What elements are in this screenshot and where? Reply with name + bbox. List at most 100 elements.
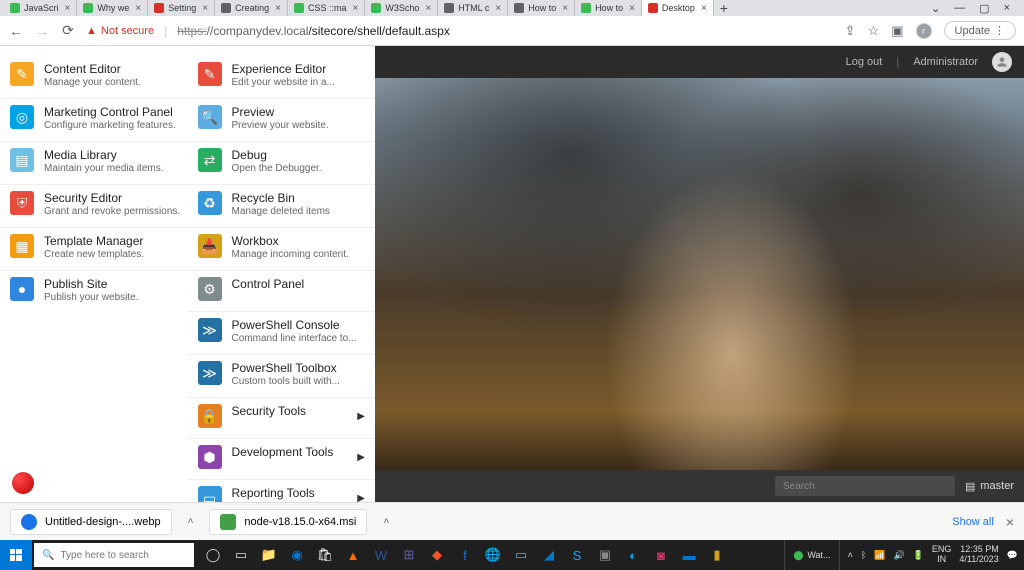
language-indicator[interactable]: ENGIN bbox=[932, 545, 952, 565]
database-selector[interactable]: ▤ master bbox=[965, 480, 1014, 493]
cortana-icon[interactable]: ◯ bbox=[200, 542, 226, 568]
close-icon[interactable]: × bbox=[629, 3, 635, 14]
update-button[interactable]: Update⋮ bbox=[944, 21, 1016, 40]
download-item[interactable]: node-v18.15.0-x64.msi bbox=[209, 509, 367, 535]
close-icon[interactable]: × bbox=[202, 3, 208, 14]
menu-item-powershell-toolbox[interactable]: ≫PowerShell ToolboxCustom tools built wi… bbox=[188, 355, 376, 398]
desktop-search-input[interactable]: Search bbox=[775, 476, 955, 496]
clock[interactable]: 12:35 PM 4/11/2023 bbox=[959, 545, 998, 565]
download-item[interactable]: Untitled-design-....webp bbox=[10, 509, 172, 535]
weather-widget[interactable]: ⬤ Wat... bbox=[784, 540, 839, 570]
app-icon[interactable]: ▬ bbox=[676, 542, 702, 568]
notifications-icon[interactable]: 💬 bbox=[1007, 550, 1018, 561]
browser-tab[interactable]: Why we× bbox=[77, 0, 148, 16]
vscode-icon[interactable]: ◢ bbox=[536, 542, 562, 568]
facebook-icon[interactable]: f bbox=[452, 542, 478, 568]
battery-icon[interactable]: 🔋 bbox=[913, 550, 924, 561]
menu-item-content-editor[interactable]: ✎Content EditorManage your content. bbox=[0, 56, 188, 99]
close-icon[interactable]: × bbox=[275, 3, 281, 14]
new-tab-button[interactable]: + bbox=[714, 0, 734, 16]
share-icon[interactable]: ⇪ bbox=[845, 23, 856, 39]
task-view-icon[interactable]: ▭ bbox=[228, 542, 254, 568]
word-icon[interactable]: W bbox=[368, 542, 394, 568]
browser-tab[interactable]: W3Scho× bbox=[365, 0, 438, 16]
browser-tab[interactable]: How to× bbox=[575, 0, 642, 16]
menu-item-desc: Grant and revoke permissions. bbox=[44, 206, 180, 217]
menu-item-workbox[interactable]: 📥WorkboxManage incoming content. bbox=[188, 228, 376, 271]
menu-item-preview[interactable]: 🔍PreviewPreview your website. bbox=[188, 99, 376, 142]
app-icon[interactable]: ◐ bbox=[620, 542, 646, 568]
tray-chevron-icon[interactable]: ˄ bbox=[848, 550, 853, 560]
app-icon[interactable]: ▮ bbox=[704, 542, 730, 568]
menu-item-media-library[interactable]: ▤Media LibraryMaintain your media items. bbox=[0, 142, 188, 185]
close-downloads-icon[interactable]: × bbox=[1006, 514, 1014, 530]
chrome-icon[interactable]: 🌐 bbox=[480, 542, 506, 568]
username-label[interactable]: Administrator bbox=[913, 56, 978, 68]
browser-tab[interactable]: Setting× bbox=[148, 0, 215, 16]
menu-item-development-tools[interactable]: ⬢Development Tools▶ bbox=[188, 439, 376, 480]
close-icon[interactable]: × bbox=[425, 3, 431, 14]
menu-item-publish-site[interactable]: ●Publish SitePublish your website. bbox=[0, 271, 188, 313]
skype-icon[interactable]: S bbox=[564, 542, 590, 568]
menu-item-security-editor[interactable]: ⛨Security EditorGrant and revoke permiss… bbox=[0, 185, 188, 228]
chevron-up-icon[interactable]: ˄ bbox=[377, 516, 395, 527]
profile-avatar[interactable]: r bbox=[916, 23, 932, 39]
wifi-icon[interactable]: 📶 bbox=[874, 550, 885, 561]
app-icon: 📥 bbox=[198, 234, 222, 258]
user-avatar-icon[interactable] bbox=[992, 52, 1012, 72]
teams-icon[interactable]: ⊞ bbox=[396, 542, 422, 568]
favicon bbox=[581, 3, 591, 13]
menu-item-marketing-control-panel[interactable]: ◎Marketing Control PanelConfigure market… bbox=[0, 99, 188, 142]
url-host: //companydev.local bbox=[207, 24, 309, 38]
start-button[interactable] bbox=[0, 540, 32, 570]
close-icon[interactable]: × bbox=[135, 3, 141, 14]
browser-tab[interactable]: How to× bbox=[508, 0, 575, 16]
chevron-up-icon[interactable]: ˄ bbox=[182, 516, 200, 527]
browser-tab[interactable]: HTML c× bbox=[438, 0, 508, 16]
browser-tab-active[interactable]: Desktop× bbox=[642, 0, 714, 16]
store-icon[interactable]: 🛍 bbox=[312, 542, 338, 568]
close-window-icon[interactable]: × bbox=[1004, 2, 1010, 15]
close-icon[interactable]: × bbox=[65, 3, 71, 14]
menu-item-reporting-tools[interactable]: ▭Reporting Tools▶ bbox=[188, 480, 376, 502]
favicon bbox=[648, 3, 658, 13]
close-icon[interactable]: × bbox=[562, 3, 568, 14]
browser-tab[interactable]: Creating× bbox=[215, 0, 288, 16]
volume-icon[interactable]: 🔊 bbox=[893, 550, 904, 561]
brave-icon[interactable]: ◆ bbox=[424, 542, 450, 568]
notepad-icon[interactable]: ▭ bbox=[508, 542, 534, 568]
security-indicator[interactable]: ▲ Not secure bbox=[86, 25, 154, 37]
instagram-icon[interactable]: ◙ bbox=[648, 542, 674, 568]
menu-item-experience-editor[interactable]: ✎Experience EditorEdit your website in a… bbox=[188, 56, 376, 99]
menu-item-debug[interactable]: ⇄DebugOpen the Debugger. bbox=[188, 142, 376, 185]
app-icon[interactable]: ▲ bbox=[340, 542, 366, 568]
bluetooth-icon[interactable]: ᛒ bbox=[861, 550, 866, 560]
edge-icon[interactable]: ◉ bbox=[284, 542, 310, 568]
close-icon[interactable]: × bbox=[352, 3, 358, 14]
menu-item-powershell-console[interactable]: ≫PowerShell ConsoleCommand line interfac… bbox=[188, 312, 376, 355]
url-display[interactable]: https://companydev.local/sitecore/shell/… bbox=[177, 24, 450, 38]
menu-item-title: Reporting Tools bbox=[232, 486, 348, 500]
extensions-icon[interactable]: ▣ bbox=[891, 23, 903, 39]
close-icon[interactable]: × bbox=[495, 3, 501, 14]
menu-item-recycle-bin[interactable]: ♻Recycle BinManage deleted items bbox=[188, 185, 376, 228]
browser-tab[interactable]: JavaScri× bbox=[4, 0, 77, 16]
browser-tab[interactable]: CSS ::ma× bbox=[288, 0, 365, 16]
app-icon[interactable]: ▣ bbox=[592, 542, 618, 568]
file-explorer-icon[interactable]: 📁 bbox=[256, 542, 282, 568]
maximize-icon[interactable]: ▢ bbox=[979, 2, 989, 15]
close-icon[interactable]: × bbox=[701, 3, 707, 14]
menu-item-template-manager[interactable]: ▦Template ManagerCreate new templates. bbox=[0, 228, 188, 271]
show-all-downloads-link[interactable]: Show all bbox=[952, 516, 994, 528]
forward-button[interactable]: → bbox=[34, 23, 50, 39]
minimize-icon[interactable]: — bbox=[954, 2, 965, 15]
windows-search-input[interactable]: 🔍 Type here to search bbox=[34, 543, 194, 567]
back-button[interactable]: ← bbox=[8, 23, 24, 39]
chevron-down-icon[interactable]: ⌄ bbox=[931, 2, 940, 15]
bookmark-icon[interactable]: ☆ bbox=[868, 23, 880, 39]
logout-link[interactable]: Log out bbox=[846, 56, 883, 68]
sitecore-logo-icon[interactable] bbox=[12, 472, 34, 494]
reload-button[interactable]: ⟳ bbox=[60, 22, 76, 39]
menu-item-control-panel[interactable]: ⚙Control Panel bbox=[188, 271, 376, 312]
menu-item-security-tools[interactable]: 🔒Security Tools▶ bbox=[188, 398, 376, 439]
